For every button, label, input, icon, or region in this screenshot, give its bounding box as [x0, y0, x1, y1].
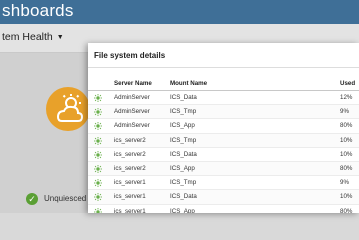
sun-status-icon [94, 122, 102, 131]
system-health-dropdown[interactable]: tem Health ▼ [2, 31, 64, 43]
used-cell: 80% [340, 122, 353, 130]
column-header-used[interactable]: Used [340, 80, 355, 87]
sun-status-icon [94, 207, 102, 213]
table-row[interactable]: ics_server2 ICS_Data 10% [88, 147, 359, 162]
table-row[interactable]: ics_server2 ICS_App 80% [88, 161, 359, 177]
divider [88, 67, 359, 68]
table-row[interactable]: ics_server1 ICS_Data 10% [88, 190, 359, 205]
server-name-cell: ics_server1 [114, 193, 146, 201]
mount-name-cell: ICS_App [170, 207, 195, 214]
column-header-mount-name[interactable]: Mount Name [170, 80, 207, 87]
sun-status-icon [94, 193, 102, 202]
table-row[interactable]: ics_server2 ICS_Tmp 10% [88, 133, 359, 148]
table-row[interactable]: AdminServer ICS_App 80% [88, 119, 359, 134]
table-row[interactable]: AdminServer ICS_Data 12% [88, 91, 359, 106]
server-name-cell: ics_server2 [114, 150, 146, 158]
mount-name-cell: ICS_Tmp [170, 136, 197, 144]
chevron-down-icon: ▼ [56, 34, 64, 41]
server-name-cell: AdminServer [114, 108, 150, 116]
used-cell: 10% [340, 150, 353, 158]
sun-status-icon [94, 108, 102, 117]
used-cell: 80% [340, 207, 353, 214]
server-name-cell: AdminServer [114, 122, 150, 130]
sun-status-icon [94, 179, 102, 188]
server-name-cell: ics_server1 [114, 207, 146, 214]
used-cell: 10% [340, 193, 353, 201]
sun-status-icon [94, 136, 102, 145]
server-name-cell: ics_server2 [114, 136, 146, 144]
mount-name-cell: ICS_App [170, 122, 195, 130]
mount-name-cell: ICS_Tmp [170, 108, 197, 116]
table-header: Server Name Mount Name Used [88, 76, 359, 91]
table-row[interactable]: AdminServer ICS_Tmp 9% [88, 105, 359, 120]
table-row[interactable]: ics_server1 ICS_App 80% [88, 204, 359, 214]
used-cell: 9% [340, 108, 349, 116]
app-header: shboards [0, 0, 359, 24]
server-name-cell: ics_server2 [114, 164, 146, 172]
used-cell: 10% [340, 136, 353, 144]
file-system-details-dialog: File system details Server Name Mount Na… [88, 43, 359, 213]
used-cell: 9% [340, 179, 349, 187]
table-row[interactable]: ics_server1 ICS_Tmp 9% [88, 176, 359, 191]
mount-name-cell: ICS_App [170, 164, 195, 172]
system-health-label: tem Health [2, 31, 53, 43]
used-cell: 80% [340, 164, 353, 172]
check-circle-icon: ✓ [26, 193, 38, 205]
status-text: Unquiesced s [44, 194, 93, 203]
column-header-server-name[interactable]: Server Name [114, 80, 152, 87]
mount-name-cell: ICS_Data [170, 94, 197, 101]
server-name-cell: ics_server1 [114, 179, 146, 187]
mount-name-cell: ICS_Data [170, 193, 197, 201]
cloud-sun-icon [46, 87, 90, 131]
sun-status-icon [94, 94, 102, 102]
used-cell: 12% [340, 94, 353, 101]
file-system-table: Server Name Mount Name Used AdminServer I… [88, 76, 359, 213]
status-row: ✓ Unquiesced s [0, 188, 92, 213]
sun-status-icon [94, 164, 102, 173]
sun-status-icon [94, 150, 102, 159]
app-title: shboards [2, 1, 74, 20]
mount-name-cell: ICS_Data [170, 150, 197, 158]
mount-name-cell: ICS_Tmp [170, 179, 197, 187]
dialog-title: File system details [94, 51, 166, 60]
server-name-cell: AdminServer [114, 94, 150, 101]
